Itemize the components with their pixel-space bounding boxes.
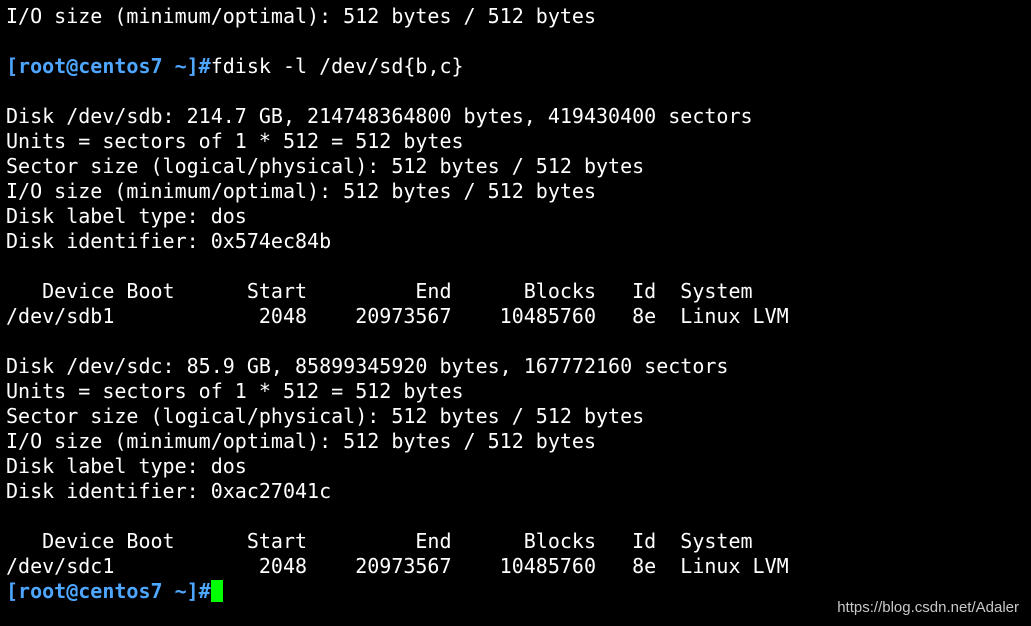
terminal-line: Disk label type: dos bbox=[6, 454, 247, 478]
partition-table-header: Device Boot Start End Blocks Id System bbox=[6, 279, 753, 303]
terminal-line: Disk /dev/sdb: 214.7 GB, 214748364800 by… bbox=[6, 104, 753, 128]
partition-table-row: /dev/sdc1 2048 20973567 10485760 8e Linu… bbox=[6, 554, 789, 578]
shell-prompt: [root@centos7 ~]# bbox=[6, 54, 211, 78]
cursor-block bbox=[210, 580, 223, 602]
command-text: fdisk -l /dev/sd{b,c} bbox=[210, 54, 464, 78]
partition-table-row: /dev/sdb1 2048 20973567 10485760 8e Linu… bbox=[6, 304, 789, 328]
partition-table-header: Device Boot Start End Blocks Id System bbox=[6, 529, 753, 553]
terminal-line: Disk label type: dos bbox=[6, 204, 247, 228]
terminal-line: Sector size (logical/physical): 512 byte… bbox=[6, 404, 645, 428]
terminal-line: I/O size (minimum/optimal): 512 bytes / … bbox=[6, 179, 597, 203]
terminal-prompt-line: [root@centos7 ~]#fdisk -l /dev/sd{b,c} bbox=[6, 54, 1031, 79]
terminal-line: Units = sectors of 1 * 512 = 512 bytes bbox=[6, 379, 464, 403]
terminal-line: Disk identifier: 0x574ec84b bbox=[6, 229, 332, 253]
terminal-line: Units = sectors of 1 * 512 = 512 bytes bbox=[6, 129, 464, 153]
watermark-text: https://blog.csdn.net/Adaler bbox=[837, 599, 1019, 616]
shell-prompt: [root@centos7 ~]# bbox=[6, 579, 211, 603]
terminal-line: Disk identifier: 0xac27041c bbox=[6, 479, 332, 503]
terminal-window[interactable]: I/O size (minimum/optimal): 512 bytes / … bbox=[0, 0, 1031, 626]
terminal-line: I/O size (minimum/optimal): 512 bytes / … bbox=[6, 429, 597, 453]
terminal-line: Sector size (logical/physical): 512 byte… bbox=[6, 154, 645, 178]
terminal-line: I/O size (minimum/optimal): 512 bytes / … bbox=[6, 4, 597, 28]
terminal-line: Disk /dev/sdc: 85.9 GB, 85899345920 byte… bbox=[6, 354, 729, 378]
